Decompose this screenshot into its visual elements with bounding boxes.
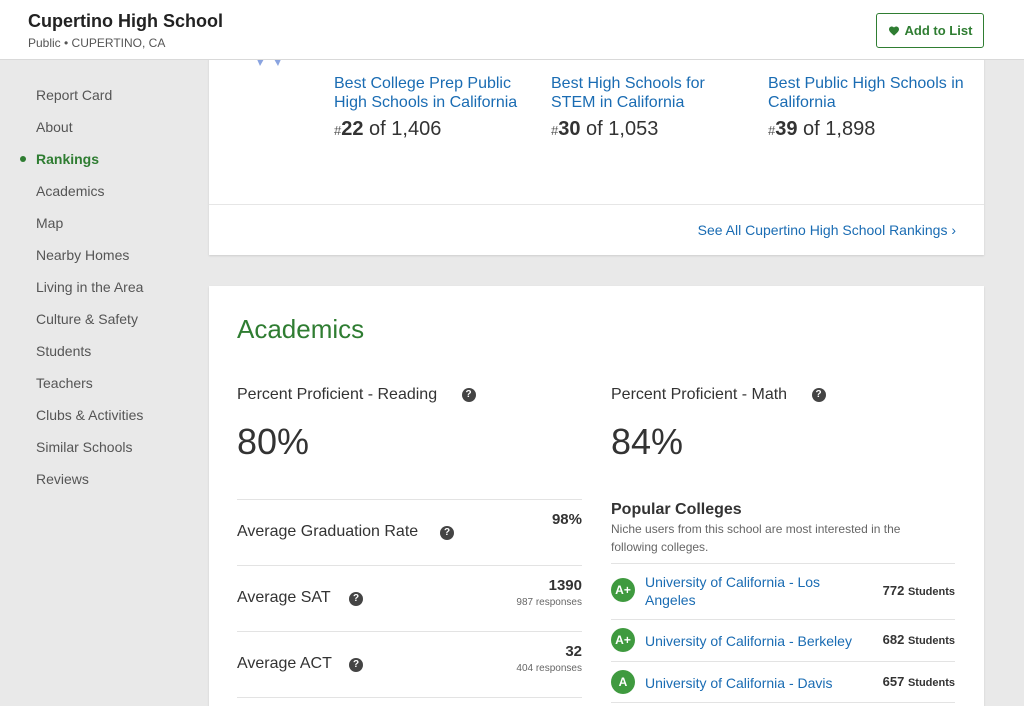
grade-badge: A+ [611, 578, 635, 602]
count-unit: Students [907, 586, 955, 598]
sidebar-item-report-card[interactable]: Report Card [36, 87, 112, 103]
sidebar-item-students[interactable]: Students [36, 343, 91, 359]
rank-number: 22 [341, 118, 364, 140]
card-divider [209, 204, 984, 205]
stat-value: 32 [565, 643, 582, 660]
rank-total: of 1,898 [797, 118, 876, 140]
count-unit: Students [907, 635, 955, 647]
ranking-position: #22 of 1,406 [334, 118, 534, 141]
sidebar-item-reviews[interactable]: Reviews [36, 471, 89, 487]
count-number: 772 [882, 583, 905, 598]
reading-proficiency-value: 80% [237, 421, 310, 462]
stat-row-sat: Average SAT ? 1390 987 responses [237, 565, 582, 631]
sidebar-item-academics[interactable]: Academics [36, 183, 104, 199]
add-to-list-label: Add to List [904, 23, 973, 38]
math-proficiency-label: Percent Proficient - Math ? [611, 386, 826, 404]
rank-number: 39 [775, 118, 798, 140]
reading-label-text: Percent Proficient - Reading [237, 386, 438, 403]
sidebar-item-rankings[interactable]: Rankings [36, 151, 99, 167]
college-link[interactable]: University of California - Los Angeles [645, 573, 845, 609]
grade-badge: A+ [611, 628, 635, 652]
stat-row-graduation-rate: Average Graduation Rate ? 98% [237, 499, 582, 565]
count-unit: Students [907, 677, 955, 689]
ranking-title-link[interactable]: Best High Schools for STEM in California [551, 74, 751, 112]
math-proficiency-value: 84% [611, 421, 684, 462]
help-icon[interactable]: ? [440, 526, 454, 540]
college-student-count: 682 Students [883, 632, 955, 647]
stat-label: Average SAT [237, 589, 331, 606]
stat-responses: 404 responses [516, 663, 582, 674]
ranking-title-link[interactable]: Best College Prep Public High Schools in… [334, 74, 534, 112]
school-name: Cupertino High School [28, 11, 223, 31]
help-icon[interactable]: ? [349, 658, 363, 672]
reading-proficiency-label: Percent Proficient - Reading ? [237, 386, 476, 404]
rank-number: 30 [558, 118, 581, 140]
academics-heading: Academics [237, 314, 365, 344]
college-row: A+ University of California - Los Angele… [611, 563, 955, 619]
stat-responses: 987 responses [516, 597, 582, 608]
help-icon[interactable]: ? [811, 387, 826, 402]
rank-total: of 1,406 [363, 118, 442, 140]
help-icon[interactable]: ? [349, 592, 363, 606]
page-header: Cupertino High School Public • CUPERTINO… [0, 0, 1024, 60]
school-meta: Public • CUPERTINO, CA [28, 36, 166, 50]
sidebar-item-clubs-activities[interactable]: Clubs & Activities [36, 407, 143, 423]
grade-badge: A [611, 670, 635, 694]
ranking-item: Best High Schools for STEM in California… [551, 74, 751, 141]
math-label-text: Percent Proficient - Math [611, 386, 788, 403]
active-indicator-dot [20, 156, 26, 162]
help-icon[interactable]: ? [461, 387, 476, 402]
rankings-card: Best College Prep Public High Schools in… [209, 40, 984, 255]
college-row: A University of California - Davis 657 S… [611, 661, 955, 703]
sidebar-item-culture-safety[interactable]: Culture & Safety [36, 311, 138, 327]
stat-row-act: Average ACT ? 32 404 responses [237, 631, 582, 698]
sidebar-item-similar-schools[interactable]: Similar Schools [36, 439, 132, 455]
count-number: 657 [882, 674, 905, 689]
popular-colleges-heading: Popular Colleges [611, 501, 742, 518]
stat-value: 98% [551, 511, 582, 528]
college-student-count: 772 Students [883, 583, 955, 598]
stat-value: 1390 [548, 577, 582, 594]
sidebar-item-teachers[interactable]: Teachers [36, 375, 93, 391]
ranking-position: #39 of 1,898 [768, 118, 968, 141]
sidebar-item-living-in-the-area[interactable]: Living in the Area [36, 279, 143, 295]
ranking-title-link[interactable]: Best Public High Schools in California [768, 74, 968, 112]
popular-colleges-description: Niche users from this school are most in… [611, 522, 901, 554]
college-student-count: 657 Students [883, 674, 955, 689]
college-row: A+ University of California - Berkeley 6… [611, 619, 955, 661]
college-link[interactable]: University of California - Berkeley [645, 632, 852, 650]
ranking-item: Best College Prep Public High Schools in… [334, 74, 534, 141]
sidebar-item-nearby-homes[interactable]: Nearby Homes [36, 247, 129, 263]
add-to-list-button[interactable]: Add to List [876, 13, 984, 48]
stat-label: Average ACT [237, 655, 332, 672]
heart-icon [888, 26, 899, 36]
sidebar-item-about[interactable]: About [36, 119, 73, 135]
ranking-item: Best Public High Schools in California #… [768, 74, 968, 141]
sidebar-item-map[interactable]: Map [36, 215, 63, 231]
academics-card: Academics Percent Proficient - Reading ?… [209, 286, 984, 706]
see-all-rankings-link[interactable]: See All Cupertino High School Rankings › [698, 222, 956, 238]
stat-label: Average Graduation Rate [237, 523, 419, 540]
rank-total: of 1,053 [580, 118, 659, 140]
count-number: 682 [882, 632, 905, 647]
ranking-position: #30 of 1,053 [551, 118, 751, 141]
college-link[interactable]: University of California - Davis [645, 674, 833, 692]
